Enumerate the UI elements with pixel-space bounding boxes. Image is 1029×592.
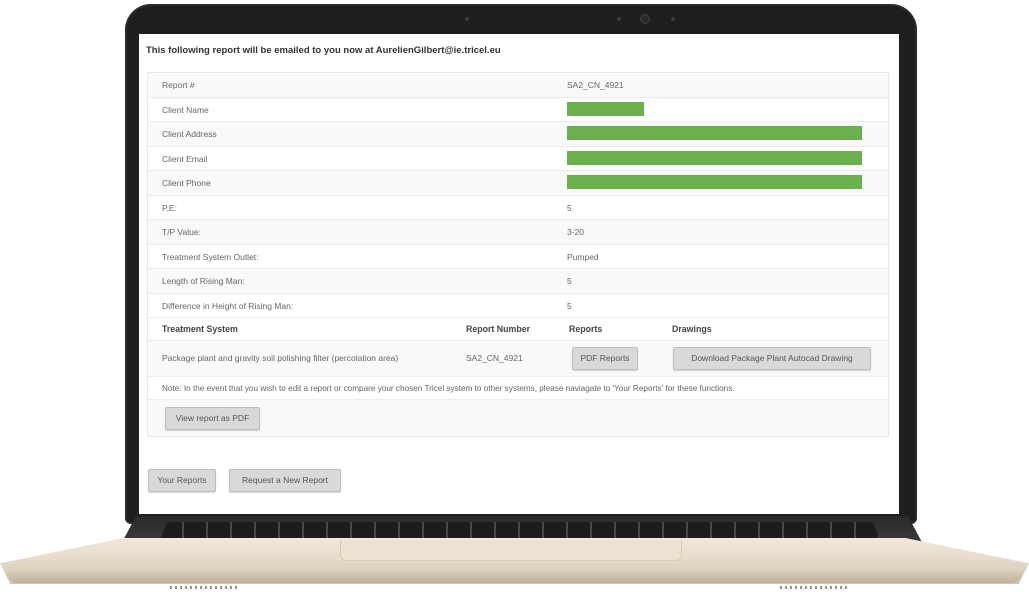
detail-label: T/P Value: [162,227,201,237]
detail-row-pe: P.E: 5 [148,196,888,220]
detail-row-report-number: Report # SA2_CN_4921 [148,73,888,98]
detail-label: Client Name [162,104,209,115]
sensor-dot [671,17,675,21]
laptop-base-edge [6,571,1023,583]
detail-label: Length of Rising Man: [162,276,245,286]
sensor-dot [465,17,469,21]
detail-row-rising-main-length: Length of Rising Man: 5 [148,269,888,294]
redacted-value [567,175,862,189]
note-text: Note: In the event that you wish to edit… [162,384,735,393]
detail-label: Report # [162,80,195,90]
email-notice: This following report will be emailed to… [146,45,501,56]
detail-label: Client Phone [162,178,211,188]
detail-value: 5 [567,202,572,213]
detail-label: P.E: [162,202,177,213]
request-new-report-button[interactable]: Request a New Report [229,469,341,492]
redacted-value [567,150,862,165]
speaker-vent [170,586,240,589]
your-reports-button[interactable]: Your Reports [148,469,216,492]
column-header-drawings: Drawings [672,324,712,334]
download-autocad-drawing-button[interactable]: Download Package Plant Autocad Drawing [673,347,871,370]
sensor-dot [617,17,621,21]
view-report-pdf-button[interactable]: View report as PDF [165,407,260,430]
report-details-table: Report # SA2_CN_4921 Client Name Client … [147,72,889,437]
detail-row-client-name: Client Name [148,98,888,122]
column-header-reports: Reports [569,324,603,334]
detail-value: 3-20 [567,227,585,237]
detail-row-tp-value: T/P Value: 3-20 [148,220,888,245]
note-row: Note: In the event that you wish to edit… [148,377,888,400]
detail-row-rising-main-height: Difference in Height of Rising Man: 5 [148,294,888,318]
column-header-system: Treatment System [162,324,238,334]
trackpad [340,540,682,561]
detail-label: Treatment System Outlet: [162,251,259,262]
system-table-header: Treatment System Report Number Reports D… [148,318,888,341]
detail-row-client-address: Client Address [148,122,888,147]
detail-label: Client Email [162,153,208,164]
webcam-icon [641,15,649,23]
system-row: Package plant and gravity soil polishing… [148,341,888,377]
system-name: Package plant and gravity soil polishing… [162,353,399,363]
pdf-row: View report as PDF [148,400,888,436]
detail-value: SA2_CN_4921 [567,80,624,90]
redacted-value [567,126,862,140]
speaker-vent [780,586,850,589]
detail-label: Difference in Height of Rising Man: [162,300,294,311]
column-header-report-number: Report Number [466,324,531,334]
detail-row-client-email: Client Email [148,147,888,171]
detail-value: Pumped [567,251,599,262]
laptop-screen: This following report will be emailed to… [139,34,899,514]
keyboard-keys [160,522,880,540]
detail-label: Client Address [162,129,217,139]
detail-row-client-phone: Client Phone [148,171,888,196]
detail-value: 5 [567,276,572,286]
detail-row-outlet: Treatment System Outlet: Pumped [148,245,888,269]
redacted-value [567,101,644,116]
system-report-number: SA2_CN_4921 [466,353,523,363]
detail-value: 5 [567,300,572,311]
pdf-reports-button[interactable]: PDF Reports [572,347,638,370]
